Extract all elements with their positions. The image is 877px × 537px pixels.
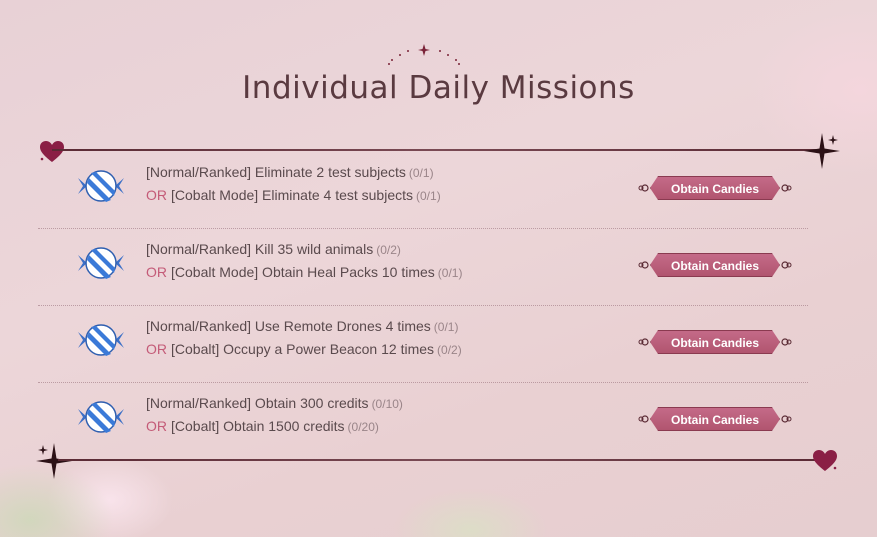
divider-bottom — [58, 459, 828, 461]
sparkle-icon — [36, 443, 72, 479]
mission-alt-progress: (0/1) — [437, 266, 463, 280]
ornament-icon — [781, 415, 792, 423]
button-label: Obtain Candies — [670, 259, 759, 273]
obtain-candies-button[interactable]: Obtain Candies — [638, 251, 792, 279]
candy-icon — [78, 324, 124, 356]
or-label: OR — [146, 187, 167, 203]
or-label: OR — [146, 264, 167, 280]
mission-row: [Normal/Ranked] Kill 35 wild animals (0/2… — [38, 229, 808, 306]
ornament-icon — [781, 261, 792, 269]
divider-top — [52, 149, 822, 151]
ornament-icon — [638, 415, 649, 423]
mission-alt-text: [Cobalt] Occupy a Power Beacon 12 times — [171, 341, 435, 357]
obtain-candies-button[interactable]: Obtain Candies — [638, 328, 792, 356]
mission-alt-text: [Cobalt Mode] Obtain Heal Packs 10 times — [171, 264, 435, 280]
ornament-icon — [781, 338, 792, 346]
obtain-candies-button[interactable]: Obtain Candies — [638, 174, 792, 202]
sparkle-icon — [804, 133, 840, 169]
mission-alt-text: [Cobalt] Obtain 1500 credits — [171, 418, 345, 434]
candy-icon — [78, 401, 124, 433]
ornament-icon — [638, 184, 649, 192]
mission-primary-progress: (0/1) — [408, 166, 434, 180]
mission-alt-progress: (0/2) — [437, 343, 462, 357]
mission-primary-text: [Normal/Ranked] Obtain 300 credits — [146, 395, 369, 411]
ornament-icon — [781, 184, 792, 192]
mission-primary-progress: (0/2) — [376, 243, 401, 257]
mission-primary-text: [Normal/Ranked] Kill 35 wild animals — [146, 241, 374, 257]
mission-primary-progress: (0/10) — [371, 397, 403, 411]
button-label: Obtain Candies — [670, 413, 759, 427]
mission-row: [Normal/Ranked] Eliminate 2 test subject… — [38, 152, 808, 229]
mission-row: [Normal/Ranked] Obtain 300 credits (0/10)… — [38, 383, 808, 460]
sparkle-arc-decoration — [388, 44, 460, 65]
obtain-candies-button[interactable]: Obtain Candies — [638, 405, 792, 433]
mission-primary-text: [Normal/Ranked] Eliminate 2 test subject… — [146, 164, 406, 180]
heart-icon — [813, 450, 837, 471]
mission-row: [Normal/Ranked] Use Remote Drones 4 time… — [38, 306, 808, 383]
candy-icon — [78, 170, 124, 202]
mission-alt-text: [Cobalt Mode] Eliminate 4 test subjects — [171, 187, 414, 203]
button-label: Obtain Candies — [670, 336, 759, 350]
or-label: OR — [146, 418, 167, 434]
mission-primary-text: [Normal/Ranked] Use Remote Drones 4 time… — [146, 318, 431, 334]
mission-primary-progress: (0/1) — [433, 320, 459, 334]
candy-icon — [78, 247, 124, 279]
mission-alt-progress: (0/1) — [416, 189, 441, 203]
page-title: Individual Daily Missions — [242, 70, 635, 106]
ornament-icon — [638, 261, 649, 269]
or-label: OR — [146, 341, 167, 357]
button-label: Obtain Candies — [670, 182, 759, 196]
mission-alt-progress: (0/20) — [347, 420, 379, 434]
ornament-icon — [638, 338, 649, 346]
